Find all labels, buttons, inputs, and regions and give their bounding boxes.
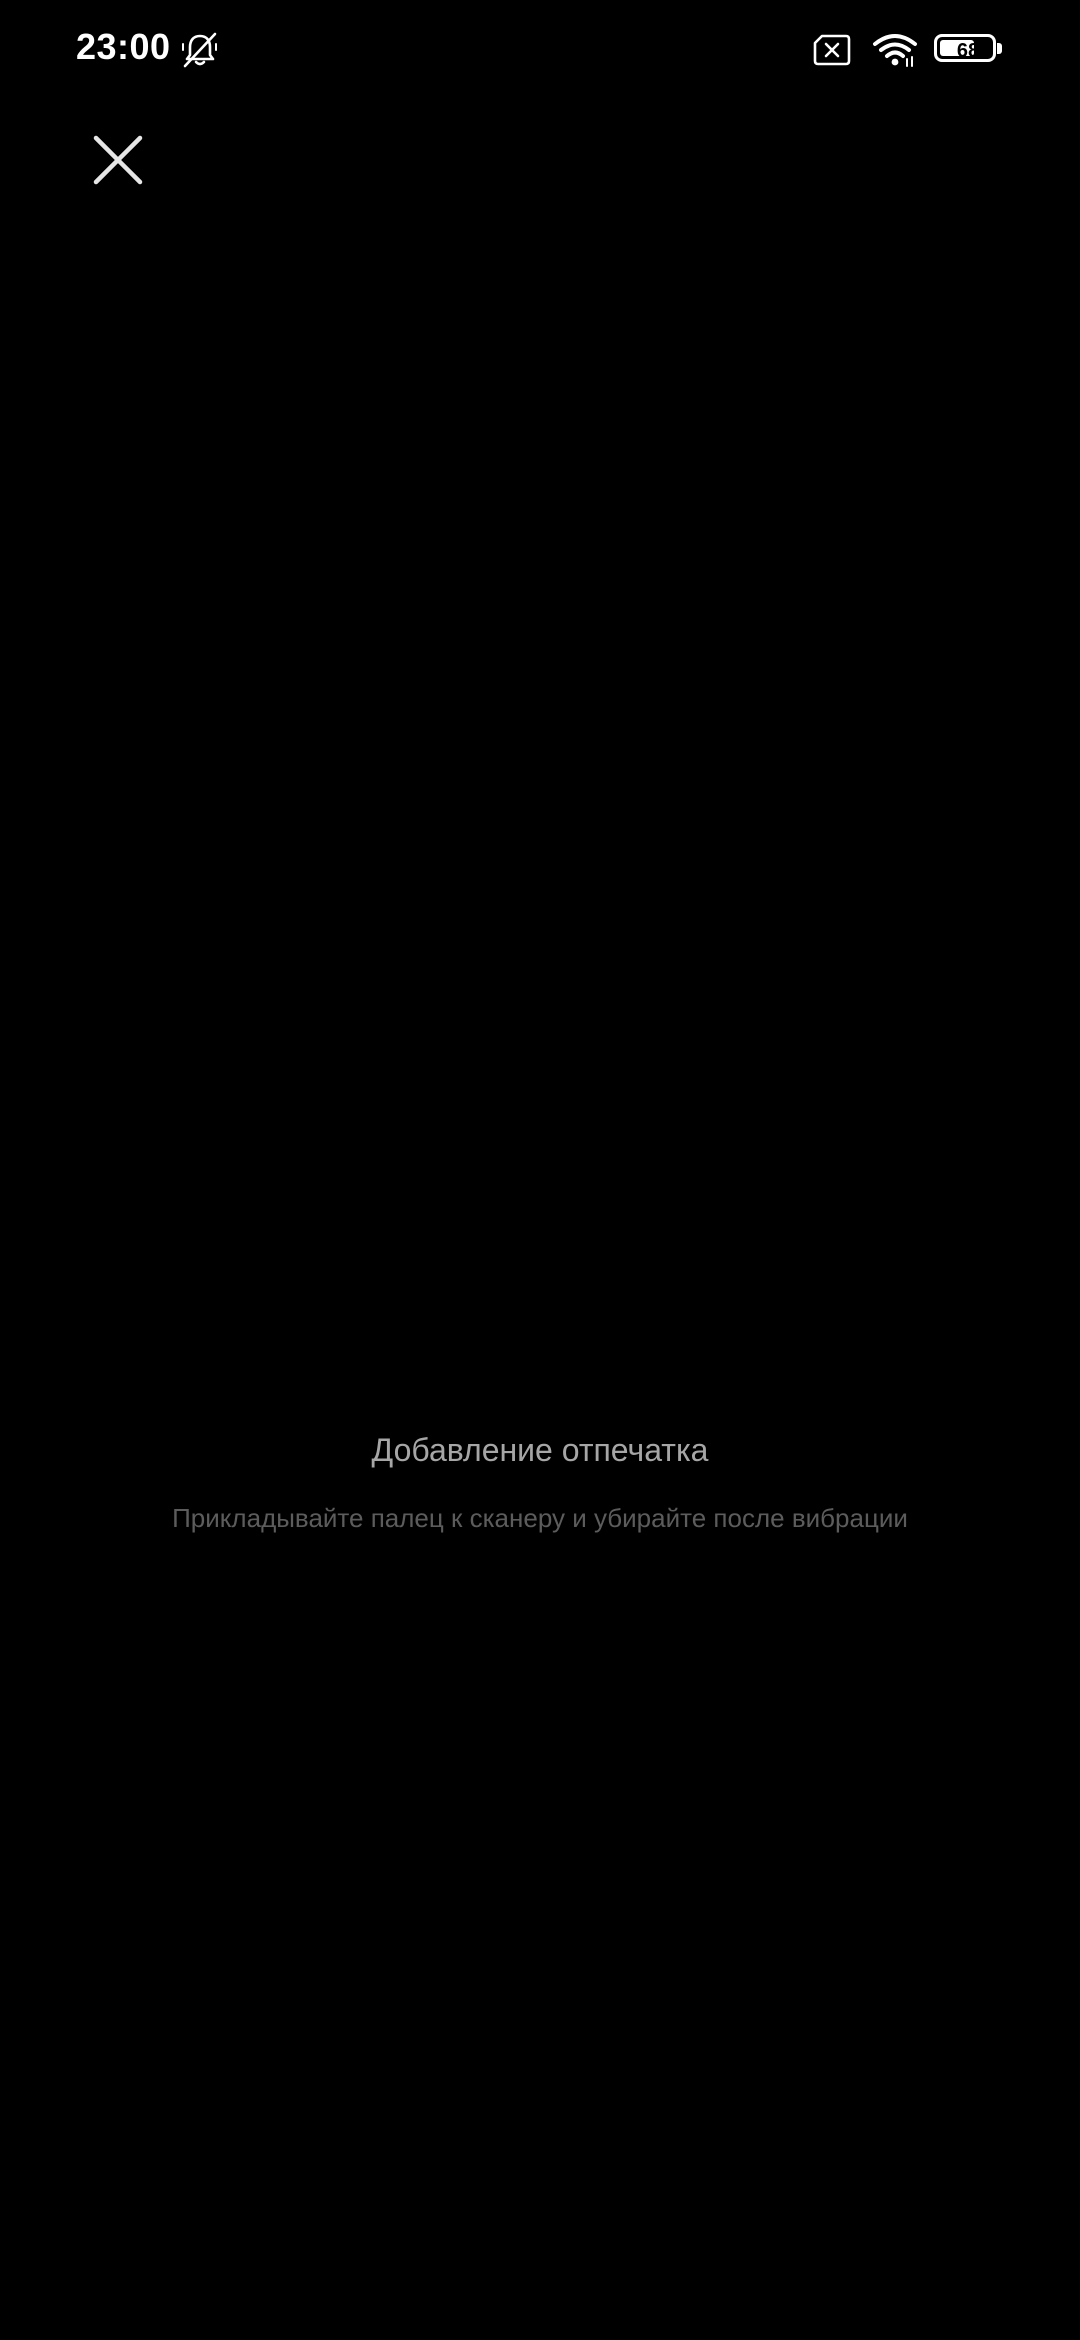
close-icon [93, 135, 143, 185]
wifi-icon [872, 32, 918, 68]
battery-body: 68 [934, 34, 996, 62]
enrollment-hint: Прикладывайте палец к сканеру и убирайте… [172, 1503, 908, 1533]
battery-tip [997, 43, 1002, 54]
battery-icon: 68 [934, 34, 1004, 66]
status-icons: 68 [812, 30, 1004, 70]
close-button[interactable] [82, 124, 154, 196]
sim-missing-icon [812, 34, 852, 66]
battery-level: 68 [956, 40, 980, 62]
enrollment-title: Добавление отпечатка [371, 1432, 709, 1468]
notifications-muted-icon [180, 30, 220, 70]
status-bar: 23:00 68 [0, 0, 1080, 100]
status-time: 23:00 [76, 26, 171, 67]
